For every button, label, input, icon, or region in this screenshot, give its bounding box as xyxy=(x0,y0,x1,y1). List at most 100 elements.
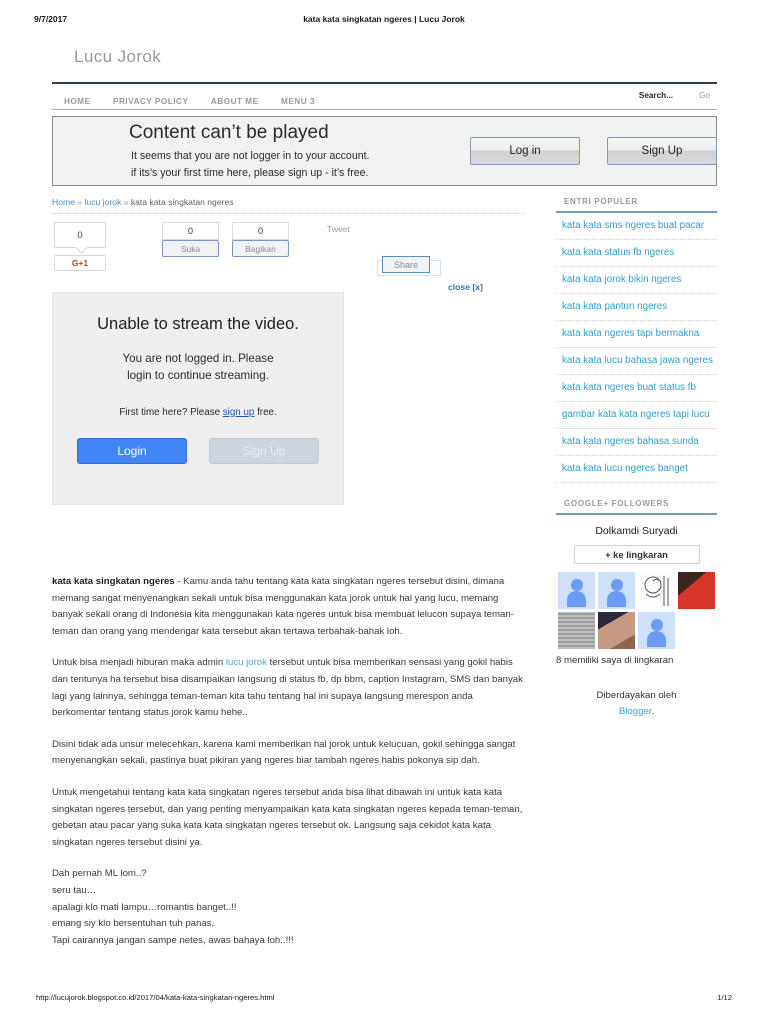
avatar[interactable] xyxy=(598,612,635,649)
avatar[interactable] xyxy=(558,612,595,649)
modal-note-prefix: First time here? Please xyxy=(119,406,223,418)
list-item[interactable]: kata kata ngeres bahasa sunda xyxy=(556,429,717,456)
facebook-like-widget[interactable]: 0 Suka xyxy=(162,222,219,257)
banner-line-2: if its’s your first time here, please si… xyxy=(131,167,369,179)
list-item[interactable]: kata kata lucu ngeres banget xyxy=(556,456,717,483)
poem-line: emang siy klo bersentuhan tuh panas, xyxy=(52,918,215,930)
main-navigation: HOME PRIVACY POLICY ABOUT ME MENU 3 Sear… xyxy=(52,82,717,110)
nav-item-privacy-policy[interactable]: PRIVACY POLICY xyxy=(113,97,188,106)
list-item[interactable]: kata kata ngeres buat status fb xyxy=(556,375,717,402)
article-poem: Dah pernah ML lom..? seru tau… apalagi k… xyxy=(52,866,524,949)
modal-subtext-line-1: You are not logged in. Please xyxy=(122,352,274,365)
avatar[interactable] xyxy=(678,572,715,609)
nav-item-about-me[interactable]: ABOUT ME xyxy=(211,97,259,106)
blog-title: Lucu Jorok xyxy=(74,47,162,66)
popular-entry-link[interactable]: kata kata sms ngeres buat pacar xyxy=(556,213,717,239)
article-lead-keyword: kata kata singkatan ngeres xyxy=(52,576,175,587)
avatar[interactable] xyxy=(638,572,675,609)
stream-error-modal: Unable to stream the video. You are not … xyxy=(52,292,344,505)
poem-line: Dah pernah ML lom..? xyxy=(52,868,147,880)
poem-line: seru tau… xyxy=(52,884,97,896)
social-share-strip: 0 G+1 0 Suka 0 Bagikan Tweet Share close… xyxy=(52,222,524,505)
list-item[interactable]: kata kata jorok bikin ngeres xyxy=(556,267,717,294)
breadcrumb-current: kata kata singkatan ngeres xyxy=(130,197,234,207)
search-go-button[interactable]: Go xyxy=(699,91,710,100)
widget-title-followers: GOOGLE+ FOLLOWERS xyxy=(556,499,717,515)
gplus-count-bubble: 0 xyxy=(54,222,106,248)
nav-item-menu-3[interactable]: MENU 3 xyxy=(281,97,315,106)
list-item[interactable]: kata kata status fb ngeres xyxy=(556,240,717,267)
article-paragraph-2-pre: Untuk bisa menjadi hiburan maka admin xyxy=(52,657,226,669)
pinterest-share-button[interactable]: Share xyxy=(382,256,430,273)
twitter-tweet-button[interactable]: Tweet xyxy=(327,224,350,234)
article-paragraph-2: Untuk bisa menjadi hiburan maka admin lu… xyxy=(52,655,524,721)
print-page-number: 1/12 xyxy=(717,993,732,1002)
powered-by-prefix: Diberdayakan oleh xyxy=(596,690,677,701)
search-input[interactable]: Search... xyxy=(639,91,673,100)
popular-entry-link[interactable]: kata kata ngeres buat status fb xyxy=(556,375,717,401)
modal-button-row: Login Sign Up xyxy=(53,437,343,464)
widget-google-plus-followers: GOOGLE+ FOLLOWERS Dolkamdi Suryadi + ke … xyxy=(556,499,717,666)
powered-by-blogger: Diberdayakan oleh Blogger. xyxy=(556,688,717,720)
modal-note-suffix: free. xyxy=(254,406,277,418)
modal-subtext-line-2: login to continue streaming. xyxy=(127,369,269,383)
modal-signup-note: First time here? Please sign up free. xyxy=(53,407,343,418)
list-item[interactable]: kata kata sms ngeres buat pacar xyxy=(556,213,717,240)
modal-signup-button[interactable]: Sign Up xyxy=(209,437,319,464)
list-item[interactable]: kata kata pantun ngeres xyxy=(556,294,717,321)
content-columns: Home » lucu jorok » kata kata singkatan … xyxy=(52,197,717,949)
avatar[interactable] xyxy=(598,572,635,609)
banner-line-1: It seems that you are not logger in to y… xyxy=(131,150,370,162)
breadcrumb: Home » lucu jorok » kata kata singkatan … xyxy=(52,197,524,213)
list-item[interactable]: kata kata lucu bahasa jawa ngeres xyxy=(556,348,717,375)
popular-entry-link[interactable]: kata kata status fb ngeres xyxy=(556,240,717,266)
popular-entry-link[interactable]: kata kata ngeres tapi bermakna xyxy=(556,321,717,347)
followers-owner-name: Dolkamdi Suryadi xyxy=(595,525,678,537)
popular-entry-link[interactable]: kata kata lucu ngeres banget xyxy=(556,456,717,482)
breadcrumb-home[interactable]: Home xyxy=(52,197,75,207)
popular-entry-list: kata kata sms ngeres buat pacar kata kat… xyxy=(556,213,717,483)
nav-link-list: HOME PRIVACY POLICY ABOUT ME MENU 3 xyxy=(64,91,333,109)
blogger-link[interactable]: Blogger xyxy=(619,706,652,717)
site-wrapper: Lucu Jorok HOME PRIVACY POLICY ABOUT ME … xyxy=(52,40,717,949)
list-item[interactable]: kata kata ngeres tapi bermakna xyxy=(556,321,717,348)
modal-subtext: You are not logged in. Please login to c… xyxy=(53,350,343,385)
content-blocked-banner: Content can’t be played It seems that yo… xyxy=(52,116,717,186)
modal-heading: Unable to stream the video. xyxy=(97,315,299,333)
main-column: Home » lucu jorok » kata kata singkatan … xyxy=(52,197,524,949)
modal-login-button[interactable]: Login xyxy=(77,437,187,464)
popular-entry-link[interactable]: kata kata jorok bikin ngeres xyxy=(556,267,717,293)
nav-item-home[interactable]: HOME xyxy=(64,97,91,106)
poem-line: apalagi klo mati lampu…romantis banget..… xyxy=(52,901,237,913)
popular-entry-link[interactable]: kata kata pantun ngeres xyxy=(556,294,717,320)
facebook-like-count: 0 xyxy=(162,222,219,240)
article-paragraph-1: kata kata singkatan ngeres - Kamu anda t… xyxy=(52,574,524,640)
popular-entry-link[interactable]: kata kata ngeres bahasa sunda xyxy=(556,429,717,455)
print-footer: http://lucujorok.blogspot.co.id/2017/04/… xyxy=(0,993,768,1007)
modal-close-link[interactable]: close [x] xyxy=(448,282,483,292)
followers-count-label: 8 memiliki saya di lingkaran xyxy=(556,655,674,666)
article-paragraph-4: Untuk mengetahui tentang kata kata singk… xyxy=(52,786,523,848)
banner-signup-button[interactable]: Sign Up xyxy=(607,137,717,165)
widget-popular-entries: ENTRI POPULER kata kata sms ngeres buat … xyxy=(556,197,717,483)
breadcrumb-category[interactable]: lucu jorok xyxy=(85,197,122,207)
popular-entry-link[interactable]: kata kata lucu bahasa jawa ngeres xyxy=(556,348,717,374)
facebook-share-widget[interactable]: 0 Bagikan xyxy=(232,222,289,257)
print-header: 9/7/2017 kata kata singkatan ngeres | Lu… xyxy=(0,14,768,30)
banner-login-button[interactable]: Log in xyxy=(470,137,580,165)
gplus-one-button[interactable]: G+1 xyxy=(54,255,106,271)
print-document-title: kata kata singkatan ngeres | Lucu Jorok xyxy=(303,14,465,24)
article-inline-link[interactable]: lucu jorok xyxy=(226,657,267,668)
facebook-share-button[interactable]: Bagikan xyxy=(232,240,289,257)
facebook-like-button[interactable]: Suka xyxy=(162,240,219,257)
breadcrumb-separator-1: » xyxy=(77,197,83,207)
avatar[interactable] xyxy=(638,612,675,649)
popular-entry-link[interactable]: gambar kata kata ngeres tapi lucu xyxy=(556,402,717,428)
avatar[interactable] xyxy=(558,572,595,609)
add-to-circle-button[interactable]: + ke lingkaran xyxy=(573,545,700,564)
list-item[interactable]: gambar kata kata ngeres tapi lucu xyxy=(556,402,717,429)
powered-by-suffix: . xyxy=(651,706,655,717)
powered-by-line: Blogger. xyxy=(556,704,717,720)
modal-signup-link[interactable]: sign up xyxy=(223,407,255,418)
follower-avatar-grid xyxy=(558,572,717,649)
